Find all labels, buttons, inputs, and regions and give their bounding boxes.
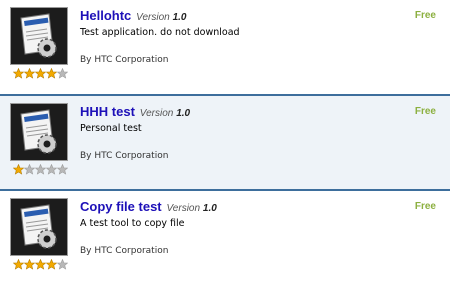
star-icon [13, 68, 24, 79]
star-icon [35, 259, 46, 270]
title-line: Hellohtc Version 1.0 [80, 8, 187, 23]
app-description: Test application. do not download [80, 27, 240, 38]
app-list: Hellohtc Version 1.0 Test application. d… [0, 0, 450, 284]
star-icon [24, 164, 35, 175]
app-icon-document-gear[interactable] [10, 198, 68, 256]
star-icon [13, 164, 24, 175]
app-author: By HTC Corporation [80, 246, 169, 256]
rating-stars [13, 68, 68, 80]
star-icon [35, 164, 46, 175]
app-name-link[interactable]: Copy file test [80, 199, 162, 214]
star-icon [46, 259, 57, 270]
star-icon [13, 259, 24, 270]
app-name-link[interactable]: HHH test [80, 104, 135, 119]
star-icon [24, 259, 35, 270]
title-line: Copy file test Version 1.0 [80, 199, 217, 214]
app-author: By HTC Corporation [80, 151, 169, 161]
app-list-item[interactable]: Hellohtc Version 1.0 Test application. d… [0, 0, 450, 94]
rating-stars [13, 259, 68, 271]
app-description: Personal test [80, 123, 142, 134]
title-line: HHH test Version 1.0 [80, 104, 190, 119]
version-number: 1.0 [176, 108, 191, 119]
version-number: 1.0 [202, 203, 217, 214]
app-name-link[interactable]: Hellohtc [80, 8, 131, 23]
version-number: 1.0 [172, 12, 187, 23]
star-icon [57, 68, 68, 79]
star-icon [35, 68, 46, 79]
star-icon [46, 68, 57, 79]
star-icon [46, 164, 57, 175]
rating-stars [13, 164, 68, 176]
app-icon-document-gear[interactable] [10, 7, 68, 65]
star-icon [57, 164, 68, 175]
star-icon [57, 259, 68, 270]
app-icon-document-gear[interactable] [10, 103, 68, 161]
price-label: Free [414, 201, 436, 212]
app-author: By HTC Corporation [80, 55, 169, 65]
price-label: Free [414, 10, 436, 21]
version-label: Version [166, 203, 201, 214]
price-label: Free [414, 106, 436, 117]
app-list-item[interactable]: Copy file test Version 1.0 A test tool t… [0, 191, 450, 284]
app-list-item[interactable]: HHH test Version 1.0 Personal test By HT… [0, 96, 450, 189]
version-label: Version [139, 108, 174, 119]
version-label: Version [136, 12, 170, 23]
app-description: A test tool to copy file [80, 218, 185, 229]
star-icon [24, 68, 35, 79]
